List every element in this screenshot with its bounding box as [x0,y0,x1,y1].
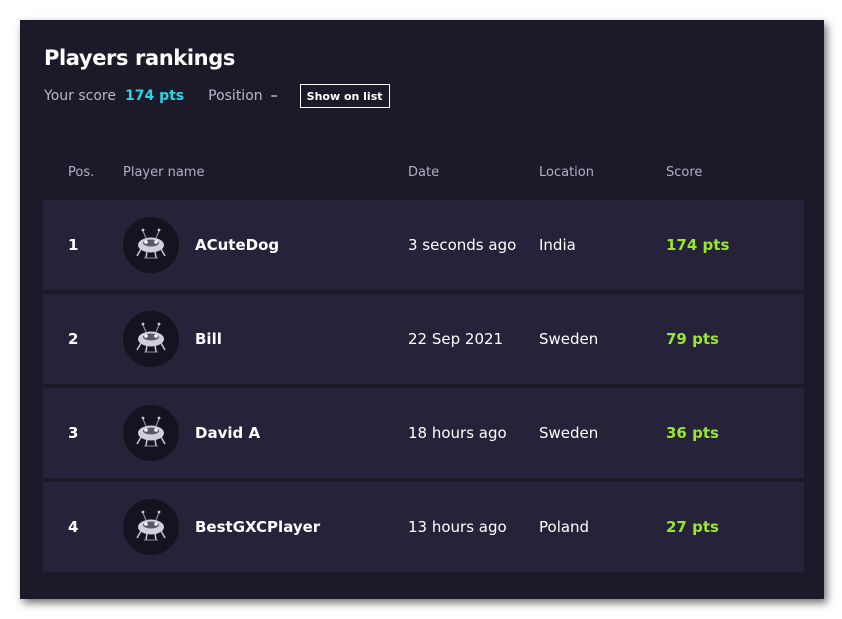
robot-bug-icon [123,217,179,273]
rankings-list: 1 ACuteDog 3 seconds ago India 174 pts 2… [43,200,804,576]
column-header-score: Score [666,165,703,180]
row-position: 3 [68,424,79,442]
row-location: Poland [539,518,590,536]
table-row[interactable]: 1 ACuteDog 3 seconds ago India 174 pts [43,200,804,290]
row-player-name: Bill [195,330,222,348]
robot-bug-icon [123,405,179,461]
show-on-list-button[interactable]: Show on list [299,84,390,108]
row-position: 4 [68,518,79,536]
position-value: – [270,88,278,104]
row-player-name: BestGXCPlayer [195,518,321,536]
column-header-location: Location [539,165,594,180]
column-header-pos: Pos. [68,165,95,180]
row-score: 79 pts [666,330,719,348]
row-date: 3 seconds ago [408,236,517,254]
row-player-name: David A [195,424,261,442]
row-location: Sweden [539,424,599,442]
your-score-row: Your score 174 pts Position – Show on li… [44,84,390,108]
table-row[interactable]: 4 BestGXCPlayer 13 hours ago Poland 27 p… [43,482,804,572]
row-score: 27 pts [666,518,719,536]
row-player-name: ACuteDog [195,236,280,254]
row-score: 174 pts [666,236,730,254]
row-position: 1 [68,236,79,254]
column-header-date: Date [408,165,440,180]
page-title: Players rankings [44,46,235,70]
rankings-panel: Players rankings Your score 174 pts Posi… [20,20,824,599]
row-date: 18 hours ago [408,424,507,442]
row-date: 22 Sep 2021 [408,330,504,348]
row-location: India [539,236,576,254]
table-row[interactable]: 2 Bill 22 Sep 2021 Sweden 79 pts [43,294,804,384]
your-score-value: 174 pts [124,88,185,104]
table-row[interactable]: 3 David A 18 hours ago Sweden 36 pts [43,388,804,478]
row-position: 2 [68,330,79,348]
robot-bug-icon [123,311,179,367]
row-date: 13 hours ago [408,518,507,536]
table-header: Pos. Player name Date Location Score [20,165,824,183]
your-score-label: Your score [44,88,116,104]
robot-bug-icon [123,499,179,555]
position-label: Position [208,88,263,104]
row-location: Sweden [539,330,599,348]
row-score: 36 pts [666,424,719,442]
column-header-player-name: Player name [123,165,205,180]
